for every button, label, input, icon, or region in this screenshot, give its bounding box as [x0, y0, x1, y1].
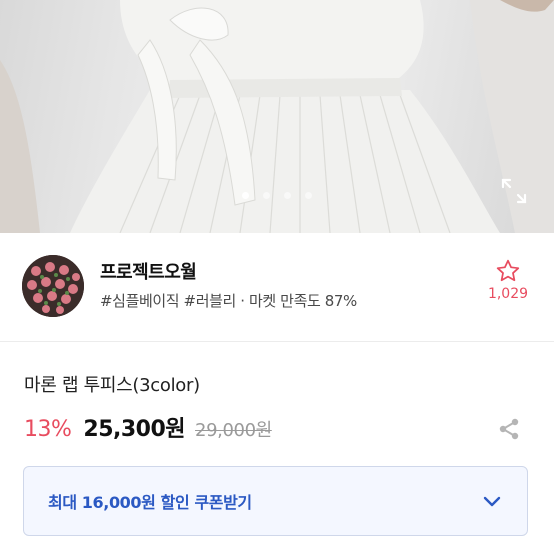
- discount-rate: 13%: [24, 417, 72, 442]
- gallery-pagination: [0, 192, 554, 199]
- product-title: 마론 랩 투피스(3color): [24, 375, 200, 396]
- expand-icon[interactable]: [498, 175, 530, 207]
- coupon-download-button[interactable]: 최대 16,000원 할인 쿠폰받기: [23, 466, 528, 536]
- coupon-label: 최대 16,000원 할인 쿠폰받기: [48, 493, 252, 512]
- original-price: 29,000원: [195, 420, 272, 441]
- star-outline-icon: [484, 258, 532, 284]
- divider: [0, 341, 554, 342]
- pagination-dot[interactable]: [284, 192, 291, 199]
- share-icon[interactable]: [496, 416, 522, 442]
- sale-price: 25,300원: [83, 417, 186, 442]
- shop-name[interactable]: 프로젝트오월: [100, 258, 197, 284]
- like-count: 1,029: [487, 286, 529, 302]
- pagination-dot[interactable]: [263, 192, 270, 199]
- pagination-dot[interactable]: [305, 192, 312, 199]
- pagination-dot-active[interactable]: [242, 192, 249, 199]
- like-button[interactable]: 1,029: [484, 258, 532, 302]
- price-row: 13% 25,300원 29,000원: [24, 411, 272, 443]
- chevron-down-icon: [480, 489, 504, 513]
- shop-avatar[interactable]: [22, 255, 84, 317]
- product-image-gallery[interactable]: [0, 0, 554, 233]
- shop-tags-rating: #심플베이직 #러블리 · 마켓 만족도 87%: [100, 292, 357, 310]
